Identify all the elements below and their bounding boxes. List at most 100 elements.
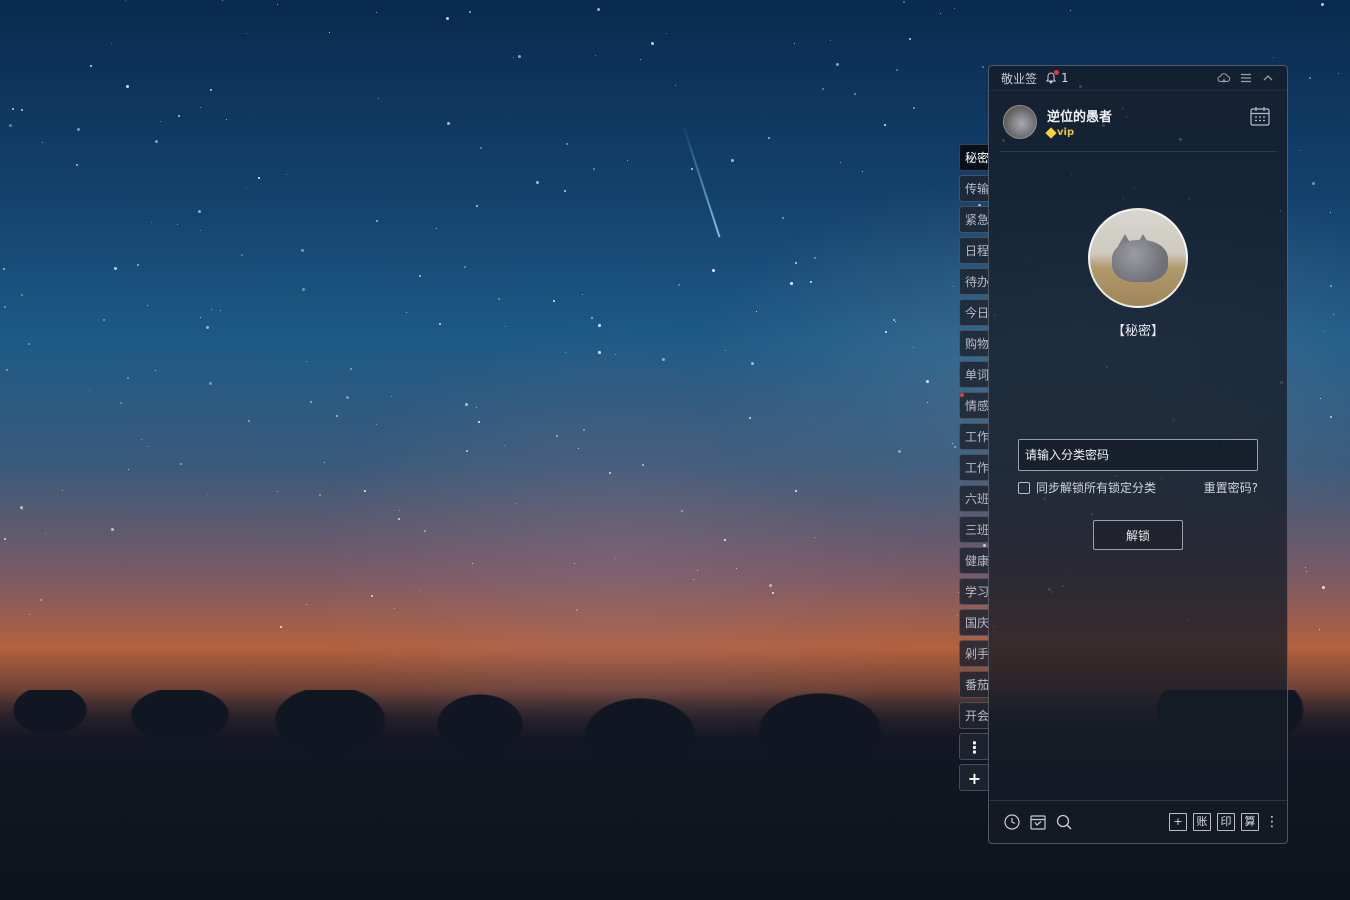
star: [772, 592, 774, 594]
star: [178, 115, 180, 117]
star: [1306, 571, 1307, 572]
sync-unlock-option[interactable]: 同步解锁所有锁定分类: [1018, 479, 1156, 496]
star: [114, 267, 117, 270]
star: [200, 317, 201, 318]
star: [376, 12, 377, 13]
avatar[interactable]: [1003, 105, 1037, 139]
tab-study[interactable]: 学习: [959, 578, 989, 605]
tab-national-day[interactable]: 国庆: [959, 609, 989, 636]
bell-icon[interactable]: [1045, 70, 1060, 84]
calendar-check-icon[interactable]: [1029, 813, 1047, 831]
star: [749, 417, 751, 419]
tab-work-2[interactable]: 工作: [959, 454, 989, 481]
star: [885, 331, 887, 333]
tab-emotion[interactable]: 情感: [959, 392, 989, 419]
star: [836, 63, 839, 66]
tab-today[interactable]: 今日: [959, 299, 989, 326]
star: [498, 298, 500, 300]
print-button[interactable]: 印: [1217, 813, 1235, 831]
menu-icon[interactable]: [1239, 71, 1253, 85]
star: [1330, 212, 1331, 213]
star: [756, 311, 757, 312]
collapse-icon[interactable]: [1261, 71, 1275, 85]
user-header: 逆位的愚者 vip: [989, 91, 1287, 143]
star: [464, 266, 466, 268]
add-category-button[interactable]: +: [959, 764, 989, 791]
notification-dot: [1054, 70, 1060, 75]
star: [953, 286, 954, 287]
star: [927, 402, 928, 403]
reset-password-link[interactable]: 重置密码?: [1204, 479, 1258, 496]
star: [436, 228, 437, 229]
star: [350, 368, 352, 370]
star: [200, 107, 201, 108]
tab-class-three[interactable]: 三班: [959, 516, 989, 543]
star: [45, 533, 46, 534]
star: [913, 347, 914, 348]
tab-label: 情感: [965, 399, 989, 413]
star: [736, 568, 737, 569]
star: [814, 537, 815, 538]
star: [662, 358, 665, 361]
star: [21, 109, 23, 111]
tab-health[interactable]: 健康: [959, 547, 989, 574]
star: [564, 190, 566, 192]
cat-figure: [1112, 240, 1168, 282]
star: [160, 121, 161, 122]
star: [712, 269, 715, 272]
star: [211, 309, 212, 310]
star: [469, 11, 471, 13]
star: [155, 140, 158, 143]
tab-urgent[interactable]: 紧急: [959, 206, 989, 233]
tab-shopping-spree[interactable]: 剁手: [959, 640, 989, 667]
star: [378, 98, 379, 99]
star: [1330, 416, 1332, 418]
star: [909, 38, 911, 40]
tab-transfer[interactable]: 传输: [959, 175, 989, 202]
star: [675, 85, 676, 86]
star: [731, 159, 734, 162]
account-button[interactable]: 账: [1193, 813, 1211, 831]
tab-todo[interactable]: 待办: [959, 268, 989, 295]
lock-screen: 【秘密】 同步解锁所有锁定分类 重置密码? 解锁: [989, 152, 1287, 550]
star: [125, 0, 126, 1]
star: [794, 43, 795, 44]
username[interactable]: 逆位的愚者: [1047, 106, 1112, 125]
star: [301, 249, 304, 252]
star: [476, 407, 477, 408]
star: [840, 162, 841, 163]
tab-secret[interactable]: 秘密: [959, 144, 989, 171]
add-note-button[interactable]: +: [1169, 813, 1187, 831]
star: [258, 177, 260, 179]
star: [62, 490, 63, 491]
tab-meeting[interactable]: 开会: [959, 702, 989, 729]
vip-badge[interactable]: vip: [1045, 126, 1112, 139]
calendar-icon[interactable]: [1249, 105, 1271, 127]
cloud-sync-icon[interactable]: [1217, 71, 1231, 85]
tab-work-1[interactable]: 工作: [959, 423, 989, 450]
star: [751, 362, 754, 365]
star: [210, 89, 212, 91]
unlock-button[interactable]: 解锁: [1093, 520, 1183, 550]
more-options-button[interactable]: ⋮: [1265, 813, 1279, 831]
star: [954, 446, 956, 448]
sync-unlock-checkbox[interactable]: [1018, 481, 1030, 494]
calculator-button[interactable]: 算: [1241, 813, 1259, 831]
search-icon[interactable]: [1055, 813, 1073, 831]
tab-schedule[interactable]: 日程: [959, 237, 989, 264]
tab-words[interactable]: 单词: [959, 361, 989, 388]
star: [40, 599, 42, 601]
category-password-input[interactable]: [1018, 439, 1258, 471]
more-tabs-button[interactable]: ⋮: [959, 733, 989, 760]
star: [419, 275, 421, 277]
locked-category-name: 【秘密】: [1111, 324, 1164, 339]
star: [898, 450, 901, 453]
star: [913, 107, 915, 109]
clock-icon[interactable]: [1003, 813, 1021, 831]
star: [725, 350, 726, 351]
tab-shopping[interactable]: 购物: [959, 330, 989, 357]
star: [896, 69, 898, 71]
tab-class-six[interactable]: 六班: [959, 485, 989, 512]
star: [1319, 629, 1320, 630]
tab-pomodoro[interactable]: 番茄: [959, 671, 989, 698]
